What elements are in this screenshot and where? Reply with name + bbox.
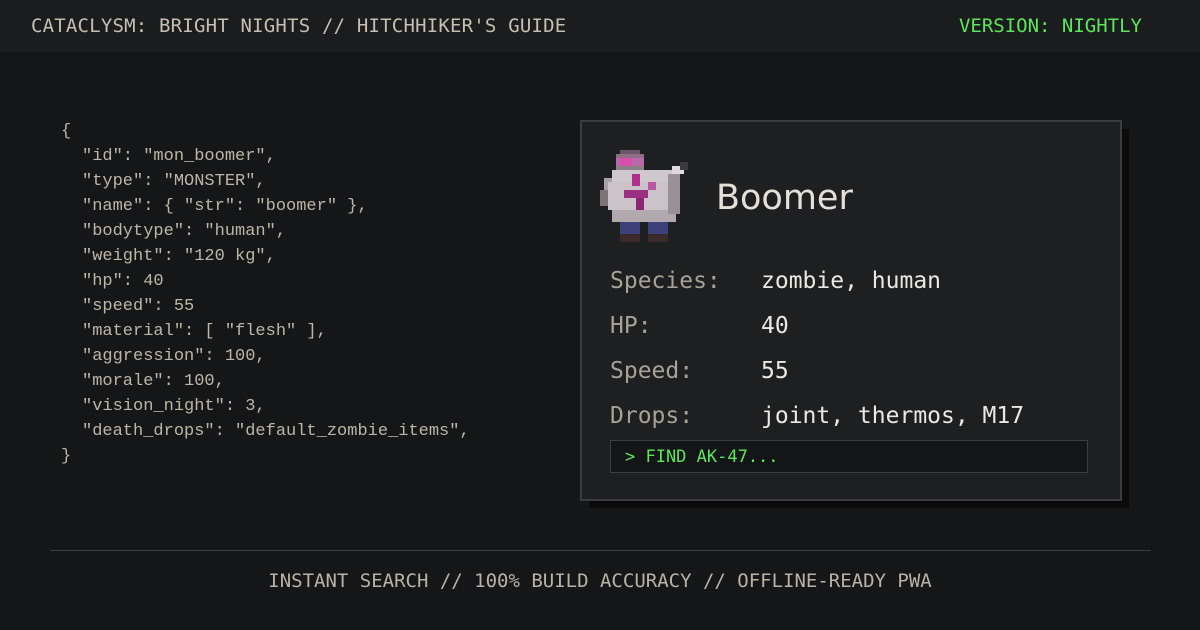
json-line: "hp": 40 xyxy=(82,272,164,291)
json-line: { xyxy=(61,122,72,141)
boomer-zombie-sprite-icon xyxy=(600,150,688,242)
json-line: "death_drops": "default_zombie_items", xyxy=(82,422,470,441)
header-bar: CATACLYSM: BRIGHT NIGHTS // HITCHHIKER'S… xyxy=(0,0,1200,52)
json-line: "type": "MONSTER", xyxy=(82,172,266,191)
json-line: "aggression": 100, xyxy=(82,347,266,366)
stat-label: Species: xyxy=(610,267,721,294)
stats-list: Species: zombie, human HP: 40 Speed: 55 … xyxy=(610,258,1090,438)
monster-name: Boomer xyxy=(716,178,853,218)
json-line: "name": { "str": "boomer" }, xyxy=(82,197,368,216)
stat-label: Drops: xyxy=(610,402,694,429)
monster-card: Boomer Species: zombie, human HP: 40 Spe… xyxy=(580,120,1122,501)
json-line: } xyxy=(61,447,72,466)
stat-label: Speed: xyxy=(610,357,694,384)
footer-tagline: INSTANT SEARCH // 100% BUILD ACCURACY //… xyxy=(268,570,932,592)
stat-value: zombie, human xyxy=(761,267,942,294)
stat-value: 55 xyxy=(761,357,789,384)
footer-divider xyxy=(50,550,1151,551)
stat-row-drops: Drops: joint, thermos, M17 xyxy=(610,393,1090,438)
json-line: "material": [ "flesh" ], xyxy=(82,322,327,341)
json-line: "speed": 55 xyxy=(82,297,195,316)
json-line: "id": "mon_boomer", xyxy=(82,147,276,166)
json-line: "bodytype": "human", xyxy=(82,222,287,241)
stat-value: 40 xyxy=(761,312,789,339)
stat-label: HP: xyxy=(610,312,652,339)
stat-row-speed: Speed: 55 xyxy=(610,348,1090,393)
version-label: VERSION: NIGHTLY xyxy=(958,15,1142,37)
app-title: CATACLYSM: BRIGHT NIGHTS // HITCHHIKER'S… xyxy=(31,15,567,37)
stat-value: joint, thermos, M17 xyxy=(761,402,1025,429)
json-line: "weight": "120 kg", xyxy=(82,247,276,266)
json-line: "morale": 100, xyxy=(82,372,225,391)
stat-row-hp: HP: 40 xyxy=(610,303,1090,348)
stat-row-species: Species: zombie, human xyxy=(610,258,1090,303)
json-code-block: { "id": "mon_boomer", "type": "MONSTER",… xyxy=(61,119,541,469)
find-search-input[interactable]: > FIND AK-47... xyxy=(610,440,1088,473)
json-line: "vision_night": 3, xyxy=(82,397,266,416)
